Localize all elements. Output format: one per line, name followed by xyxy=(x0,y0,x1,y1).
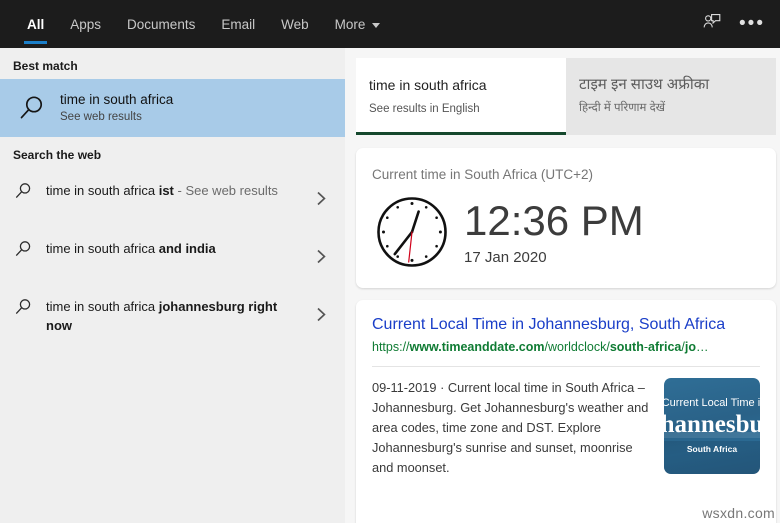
search-icon xyxy=(0,181,46,199)
url-part-1: www.timeanddate.com xyxy=(409,340,545,354)
more-options-button[interactable]: ••• xyxy=(732,4,772,44)
list-item[interactable]: time in south africa ist - See web resul… xyxy=(0,172,345,230)
web-result-card: Current Local Time in Johannesburg, Sout… xyxy=(356,300,776,523)
best-match-heading: Best match xyxy=(13,59,78,73)
analog-clock-icon xyxy=(372,192,452,272)
nav-tab-more-label: More xyxy=(334,16,366,32)
chevron-right-icon[interactable] xyxy=(316,191,327,212)
web-result-body: 09-11-2019 · Current local time in South… xyxy=(356,367,776,478)
current-time-value: 12:36 PM xyxy=(464,196,644,244)
nav-tab-list: All Apps Documents Email Web More xyxy=(0,0,393,48)
nav-tab-all[interactable]: All xyxy=(14,0,57,48)
web-result-url: https://www.timeanddate.com/worldclock/s… xyxy=(372,339,760,356)
time-card-body: 12:36 PM 17 Jan 2020 xyxy=(356,184,776,272)
current-time-card: Current time in South Africa (UTC+2) 12:… xyxy=(356,148,776,288)
url-part-3: south xyxy=(609,340,644,354)
suggestion-plain-0: time in south africa xyxy=(46,183,159,198)
best-match-subtitle: See web results xyxy=(60,111,142,123)
suggestion-plain-2: time in south africa xyxy=(46,299,159,314)
url-part-5: africa xyxy=(648,340,682,354)
list-item[interactable]: time in south africa and india xyxy=(0,230,345,288)
person-feedback-icon xyxy=(702,12,722,37)
nav-tab-all-label: All xyxy=(27,16,45,32)
url-part-8: … xyxy=(695,340,709,354)
url-part-7: jo xyxy=(684,340,696,354)
top-navigation-bar: All Apps Documents Email Web More ••• xyxy=(0,0,780,48)
list-item[interactable]: time in south africa johannesburg right … xyxy=(0,288,345,346)
time-card-heading: Current time in South Africa (UTC+2) xyxy=(372,167,593,182)
url-part-0: https:// xyxy=(372,340,410,354)
nav-tab-web[interactable]: Web xyxy=(268,0,322,48)
tab-hindi-query: टाइम इन साउथ अफ्रीका xyxy=(579,76,710,93)
tab-hindi-results[interactable]: टाइम इन साउथ अफ्रीका हिन्दी में परिणाम द… xyxy=(566,58,776,135)
best-match-result[interactable]: time in south africa See web results xyxy=(0,79,345,137)
ellipsis-icon: ••• xyxy=(739,13,765,34)
suggestion-plain-1: time in south africa xyxy=(46,241,159,256)
current-date-value: 17 Jan 2020 xyxy=(464,248,547,266)
search-icon xyxy=(6,93,58,123)
suggestion-bold-0: ist xyxy=(158,183,174,198)
nav-tab-email[interactable]: Email xyxy=(208,0,268,48)
web-result-thumbnail[interactable]: Current Local Time in hannesbu South Afr… xyxy=(664,378,760,474)
nav-tab-web-label: Web xyxy=(281,16,309,32)
language-tab-bar: time in south africa See results in Engl… xyxy=(356,58,776,135)
search-icon xyxy=(0,297,46,315)
web-suggestion-list: time in south africa ist - See web resul… xyxy=(0,172,345,346)
best-match-text: time in south africa See web results xyxy=(58,91,173,125)
suggestion-bold-1: and india xyxy=(158,241,216,256)
feedback-button[interactable] xyxy=(692,4,732,44)
left-results-panel: Best match time in south africa See web … xyxy=(0,48,345,523)
nav-tab-email-label: Email xyxy=(221,16,256,32)
watermark-text: wsxdn.com xyxy=(702,505,775,521)
thumbnail-line-3: South Africa xyxy=(686,444,738,454)
time-card-values: 12:36 PM 17 Jan 2020 xyxy=(452,196,644,267)
tab-english-query: time in south africa xyxy=(369,77,487,93)
thumbnail-line-1: Current Local Time in xyxy=(664,397,760,409)
search-results-window: All Apps Documents Email Web More ••• Be… xyxy=(0,0,780,523)
tab-hindi-subtitle: हिन्दी में परिणाम देखें xyxy=(579,102,666,114)
url-part-2: /worldclock/ xyxy=(544,340,610,354)
nav-tab-documents[interactable]: Documents xyxy=(114,0,208,48)
web-result-header: Current Local Time in Johannesburg, Sout… xyxy=(356,300,776,356)
nav-tab-more[interactable]: More xyxy=(322,0,394,48)
chevron-down-icon xyxy=(372,22,381,28)
header-actions: ••• xyxy=(692,0,772,48)
nav-tab-documents-label: Documents xyxy=(127,16,196,32)
chevron-right-icon[interactable] xyxy=(316,249,327,270)
best-match-title: time in south africa xyxy=(60,92,174,107)
suggestion-text: time in south africa and india xyxy=(46,239,334,258)
web-result-title-link[interactable]: Current Local Time in Johannesburg, Sout… xyxy=(372,314,760,335)
nav-tab-apps[interactable]: Apps xyxy=(57,0,114,48)
search-icon xyxy=(0,239,46,257)
suggestion-text: time in south africa ist - See web resul… xyxy=(46,181,334,200)
suggestion-text: time in south africa johannesburg right … xyxy=(46,297,334,335)
thumbnail-line-2: hannesbu xyxy=(664,411,760,438)
web-result-description: 09-11-2019 · Current local time in South… xyxy=(372,380,649,475)
tab-english-results[interactable]: time in south africa See results in Engl… xyxy=(356,58,566,135)
tab-english-subtitle: See results in English xyxy=(369,103,480,115)
suggestion-trailing-0: - See web results xyxy=(173,183,278,198)
chevron-right-icon[interactable] xyxy=(316,307,327,328)
nav-tab-apps-label: Apps xyxy=(70,16,102,32)
preview-panel: time in south africa See results in Engl… xyxy=(345,48,780,523)
search-web-heading: Search the web xyxy=(13,148,102,162)
